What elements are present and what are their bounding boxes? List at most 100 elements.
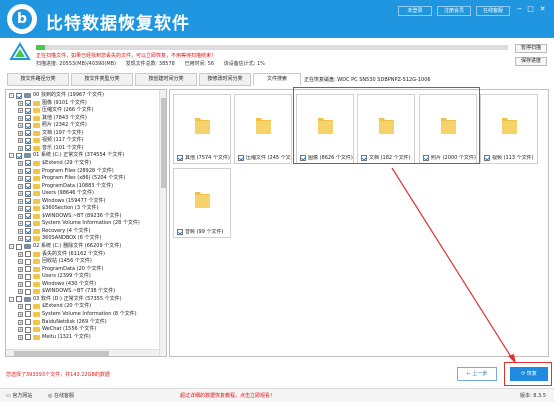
expand-icon[interactable]: + — [18, 100, 23, 106]
expand-icon[interactable]: + — [18, 115, 23, 121]
tree-checkbox[interactable] — [25, 228, 31, 235]
tab-by-path[interactable]: 按文件路径分类 — [7, 73, 69, 86]
tree-checkbox[interactable] — [25, 288, 31, 295]
register-button[interactable]: 注册会员 — [437, 6, 471, 16]
expand-icon[interactable]: + — [18, 274, 23, 280]
maximize-icon[interactable]: □ — [526, 5, 535, 14]
expand-icon[interactable]: + — [18, 221, 23, 227]
close-icon[interactable]: ✕ — [538, 5, 547, 14]
expand-icon[interactable]: + — [18, 183, 23, 189]
tree-checkbox[interactable] — [25, 266, 31, 273]
expand-icon[interactable]: + — [18, 236, 23, 242]
tree-horizontal-scrollbar[interactable] — [6, 349, 159, 356]
expand-icon[interactable]: + — [18, 206, 23, 212]
save-progress-button[interactable]: 保存进度 — [515, 57, 547, 66]
tree-checkbox[interactable] — [25, 130, 31, 137]
expand-icon[interactable]: + — [18, 327, 23, 333]
minimize-icon[interactable]: − — [515, 5, 524, 14]
tab-file-search[interactable]: 文件搜索 — [253, 73, 301, 86]
collapse-icon[interactable]: - — [9, 244, 14, 249]
folder-icon — [33, 176, 40, 182]
tree-checkbox[interactable] — [25, 175, 31, 182]
tutorial-notice-link[interactable]: 超过详细的数据恢复教程，点击立即观看！ — [180, 392, 275, 399]
website-link[interactable]: ▭ 官方网站 — [6, 392, 32, 399]
tree-checkbox[interactable] — [25, 137, 31, 144]
expand-icon[interactable]: + — [18, 319, 23, 325]
tree-checkbox[interactable] — [25, 198, 31, 205]
expand-icon[interactable]: + — [18, 138, 23, 144]
tree-label: 02 系统 (C:) 删除文件 (66209 个文件) — [33, 243, 122, 249]
tile-checkbox[interactable] — [177, 229, 183, 235]
tree-checkbox[interactable] — [16, 243, 22, 250]
file-tile[interactable]: 音频 (99 个文件) — [173, 168, 231, 238]
expand-icon[interactable]: + — [18, 176, 23, 182]
tree-checkbox[interactable] — [25, 213, 31, 220]
expand-icon[interactable]: + — [18, 160, 23, 166]
tree-checkbox[interactable] — [25, 311, 31, 318]
folder-tree[interactable]: - 00 找到的文件 (19967 个文件) + 图像 (9101 个文件) + 压缩文件… — [5, 89, 167, 357]
login-button[interactable]: 未登录 — [398, 6, 432, 16]
expand-icon[interactable]: + — [18, 191, 23, 197]
expand-icon[interactable]: + — [18, 145, 23, 151]
collapse-icon[interactable]: - — [9, 93, 14, 98]
folder-icon — [33, 334, 40, 340]
tree-checkbox[interactable] — [25, 115, 31, 122]
tree-checkbox[interactable] — [25, 145, 31, 152]
expand-icon[interactable]: + — [18, 228, 23, 234]
tree-checkbox[interactable] — [25, 273, 31, 280]
tree-checkbox[interactable] — [25, 334, 31, 341]
file-tile[interactable]: 压缩文件 (245 个文件) — [234, 94, 292, 164]
expand-icon[interactable]: + — [18, 304, 23, 310]
collapse-icon[interactable]: - — [9, 153, 14, 159]
tile-checkbox[interactable] — [484, 155, 490, 161]
online-support-link[interactable]: ◎ 在线客服 — [48, 392, 74, 399]
tree-checkbox[interactable] — [25, 235, 31, 242]
expand-icon[interactable]: + — [18, 289, 23, 295]
tree-checkbox[interactable] — [25, 319, 31, 325]
tree-checkbox[interactable] — [16, 296, 22, 303]
tree-checkbox[interactable] — [25, 220, 31, 227]
tree-checkbox[interactable] — [25, 168, 31, 174]
expand-icon[interactable]: + — [18, 251, 23, 257]
version-label: 版本: 8.3.5 — [520, 393, 546, 399]
previous-step-button[interactable]: ← 上一步 — [457, 367, 497, 381]
tree-checkbox[interactable] — [25, 122, 31, 129]
tree-checkbox[interactable] — [25, 251, 31, 258]
tree-checkbox[interactable] — [25, 100, 31, 107]
file-tile[interactable]: 其他 (7574 个文件) — [173, 94, 231, 164]
tree-vertical-scrollbar[interactable] — [159, 90, 166, 356]
tree-checkbox[interactable] — [16, 152, 22, 159]
tree-checkbox[interactable] — [25, 281, 31, 288]
tree-checkbox[interactable] — [25, 258, 31, 265]
tile-checkbox[interactable] — [177, 155, 183, 161]
expand-icon[interactable]: + — [18, 213, 23, 219]
file-tile[interactable]: 视频 (113 个文件) — [480, 94, 538, 164]
tree-checkbox[interactable] — [25, 183, 31, 190]
expand-icon[interactable]: + — [18, 198, 23, 204]
expand-icon[interactable]: + — [18, 123, 23, 129]
expand-icon[interactable]: + — [18, 108, 23, 114]
pause-scan-button[interactable]: 暂停扫描 — [515, 44, 547, 53]
expand-icon[interactable]: + — [18, 281, 23, 287]
tab-by-modified[interactable]: 按修改时间分类 — [199, 73, 251, 86]
tile-checkbox[interactable] — [238, 155, 244, 161]
expand-icon[interactable]: + — [18, 334, 23, 340]
tree-checkbox[interactable] — [25, 160, 31, 167]
tree-checkbox[interactable] — [25, 107, 31, 114]
support-button[interactable]: 在线客服 — [476, 6, 510, 16]
tree-checkbox[interactable] — [25, 190, 31, 197]
expand-icon[interactable]: + — [18, 266, 23, 272]
expand-icon[interactable]: + — [18, 311, 23, 317]
folder-icon — [33, 183, 40, 189]
collapse-icon[interactable]: - — [9, 296, 14, 302]
expand-icon[interactable]: + — [18, 259, 23, 265]
expand-icon[interactable]: + — [18, 168, 23, 174]
tree-checkbox[interactable] — [16, 92, 22, 99]
tree-checkbox[interactable] — [25, 326, 31, 333]
tab-by-type[interactable]: 按文件类型分类 — [71, 73, 133, 86]
tree-checkbox[interactable] — [25, 303, 31, 310]
expand-icon[interactable]: + — [18, 130, 23, 136]
scan-stats: 扫描进度: 20553(MB)/40390(MB) 发现文件总数: 38578 … — [36, 60, 273, 67]
tab-by-created[interactable]: 按创建时间分类 — [135, 73, 197, 86]
tree-checkbox[interactable] — [25, 205, 31, 212]
